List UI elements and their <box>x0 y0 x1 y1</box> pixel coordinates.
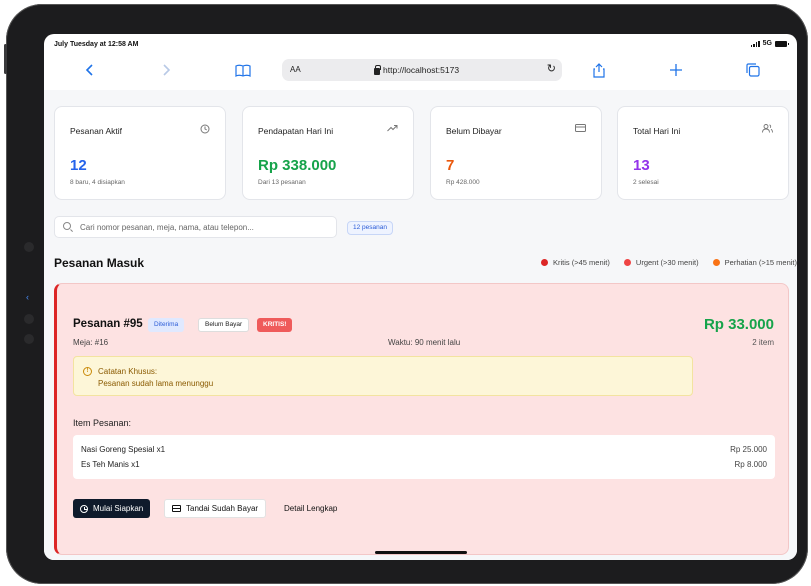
stat-sub: Rp 428.000 <box>446 179 480 186</box>
info-icon: ! <box>83 367 92 376</box>
sensor-dot <box>24 334 34 344</box>
battery-icon <box>775 40 789 47</box>
reload-icon[interactable]: ↻ <box>547 62 556 75</box>
full-details-button[interactable]: Detail Lengkap <box>277 499 344 518</box>
address-bar[interactable]: AA http://localhost:5173 ↻ <box>282 59 562 81</box>
order-items-count: 2 item <box>752 338 774 347</box>
urgency-legend: Kritis (>45 menit) Urgent (>30 menit) Pe… <box>541 258 797 267</box>
status-time: July Tuesday at 12:58 AM <box>54 41 139 48</box>
order-table: Meja: #16 <box>73 338 109 347</box>
signal-icon <box>750 40 760 47</box>
legend-item-attention: Perhatian (>15 menit) <box>712 258 797 267</box>
section-title: Pesanan Masuk <box>54 256 145 270</box>
credit-card-icon <box>575 124 586 135</box>
special-note: ! Catatan Khusus: Pesanan sudah lama men… <box>73 356 693 396</box>
search-placeholder: Cari nomor pesanan, meja, nama, atau tel… <box>80 223 254 232</box>
item-name: Nasi Goreng Spesial x1 <box>81 445 166 454</box>
tabs-overview-icon[interactable] <box>743 60 763 80</box>
mark-paid-button[interactable]: Tandai Sudah Bayar <box>164 499 267 518</box>
stat-label: Total Hari Ini <box>633 126 681 136</box>
book-icon[interactable] <box>233 60 253 80</box>
stat-value: 7 <box>446 157 455 174</box>
back-chevron-icon[interactable] <box>80 60 100 80</box>
legend-dot <box>712 259 720 266</box>
text-size-button[interactable]: AA <box>290 65 301 74</box>
lock-icon <box>374 64 381 75</box>
clock-icon <box>80 504 88 513</box>
search-input[interactable]: Cari nomor pesanan, meja, nama, atau tel… <box>54 216 337 238</box>
screen: July Tuesday at 12:58 AM 5G AA http://lo… <box>44 34 797 560</box>
sensor-dot <box>24 314 34 324</box>
items-list: Nasi Goreng Spesial x1 Rp 25.000 Es Teh … <box>73 435 775 479</box>
legend-label: Urgent (>30 menit) <box>635 258 699 267</box>
stat-value: Rp 338.000 <box>258 157 337 174</box>
item-price: Rp 8.000 <box>734 460 767 469</box>
legend-item-critical: Kritis (>45 menit) <box>541 258 610 267</box>
stat-card-revenue: Pendapatan Hari Ini Rp 338.000 Dari 13 p… <box>242 106 414 200</box>
stat-sub: 2 selesai <box>633 179 659 186</box>
order-count-badge: 12 pesanan <box>347 221 393 235</box>
item-price: Rp 25.000 <box>730 445 767 454</box>
legend-item-urgent: Urgent (>30 menit) <box>623 258 699 267</box>
stat-label: Belum Dibayar <box>446 126 502 136</box>
page-content: Pesanan Aktif 12 8 baru, 4 disiapkan Pen… <box>44 90 797 560</box>
home-indicator[interactable] <box>375 551 467 554</box>
ipad-frame: ‹ July Tuesday at 12:58 AM 5G AA http://… <box>4 4 808 584</box>
button-label: Mulai Siapkan <box>93 504 144 513</box>
status-badge: Diterima <box>148 318 185 332</box>
order-time: Waktu: 90 menit lalu <box>388 338 461 347</box>
users-icon <box>762 124 773 136</box>
button-label: Tandai Sudah Bayar <box>186 504 259 513</box>
payment-badge: Belum Bayar <box>198 318 250 332</box>
chevron-left-icon: ‹ <box>26 292 29 302</box>
stat-label: Pendapatan Hari Ini <box>258 126 334 136</box>
stat-sub: 8 baru, 4 disiapkan <box>70 179 125 186</box>
network-label: 5G <box>762 40 772 47</box>
stat-card-total-today: Total Hari Ini 13 2 selesai <box>617 106 789 200</box>
order-title: Pesanan #95 <box>73 318 143 330</box>
url-text: http://localhost:5173 <box>383 65 460 75</box>
stat-label: Pesanan Aktif <box>70 126 122 136</box>
clock-icon <box>200 124 210 137</box>
stat-sub: Dari 13 pesanan <box>258 179 306 186</box>
legend-dot <box>623 259 631 266</box>
legend-label: Kritis (>45 menit) <box>553 258 610 267</box>
start-preparing-button[interactable]: Mulai Siapkan <box>73 499 151 518</box>
item-name: Es Teh Manis x1 <box>81 460 140 469</box>
urgency-badge: KRITIS! <box>257 318 293 332</box>
camera-dot <box>24 242 34 252</box>
status-bar: July Tuesday at 12:58 AM 5G <box>44 34 797 56</box>
browser-toolbar: AA http://localhost:5173 ↻ <box>44 56 797 86</box>
note-text: Pesanan sudah lama menunggu <box>98 379 214 388</box>
volume-button <box>4 44 7 74</box>
status-indicators: 5G <box>750 40 789 47</box>
order-card[interactable]: Pesanan #95 Diterima Belum Bayar KRITIS!… <box>54 283 789 555</box>
stat-value: 12 <box>70 157 87 174</box>
forward-chevron-icon[interactable] <box>156 60 176 80</box>
trending-up-icon <box>387 124 398 135</box>
button-label: Detail Lengkap <box>284 504 338 513</box>
note-title: Catatan Khusus: <box>98 367 158 376</box>
credit-card-icon <box>172 505 181 512</box>
share-icon[interactable] <box>589 60 609 80</box>
stat-card-active-orders: Pesanan Aktif 12 8 baru, 4 disiapkan <box>54 106 226 200</box>
legend-label: Perhatian (>15 menit) <box>724 258 797 267</box>
legend-dot <box>541 259 548 266</box>
order-total: Rp 33.000 <box>703 316 774 333</box>
new-tab-plus-icon[interactable] <box>666 60 686 80</box>
items-heading: Item Pesanan: <box>73 418 132 428</box>
url-display: http://localhost:5173 <box>374 64 460 75</box>
stat-value: 13 <box>633 157 650 174</box>
stat-card-unpaid: Belum Dibayar 7 Rp 428.000 <box>430 106 602 200</box>
search-icon <box>63 222 71 230</box>
